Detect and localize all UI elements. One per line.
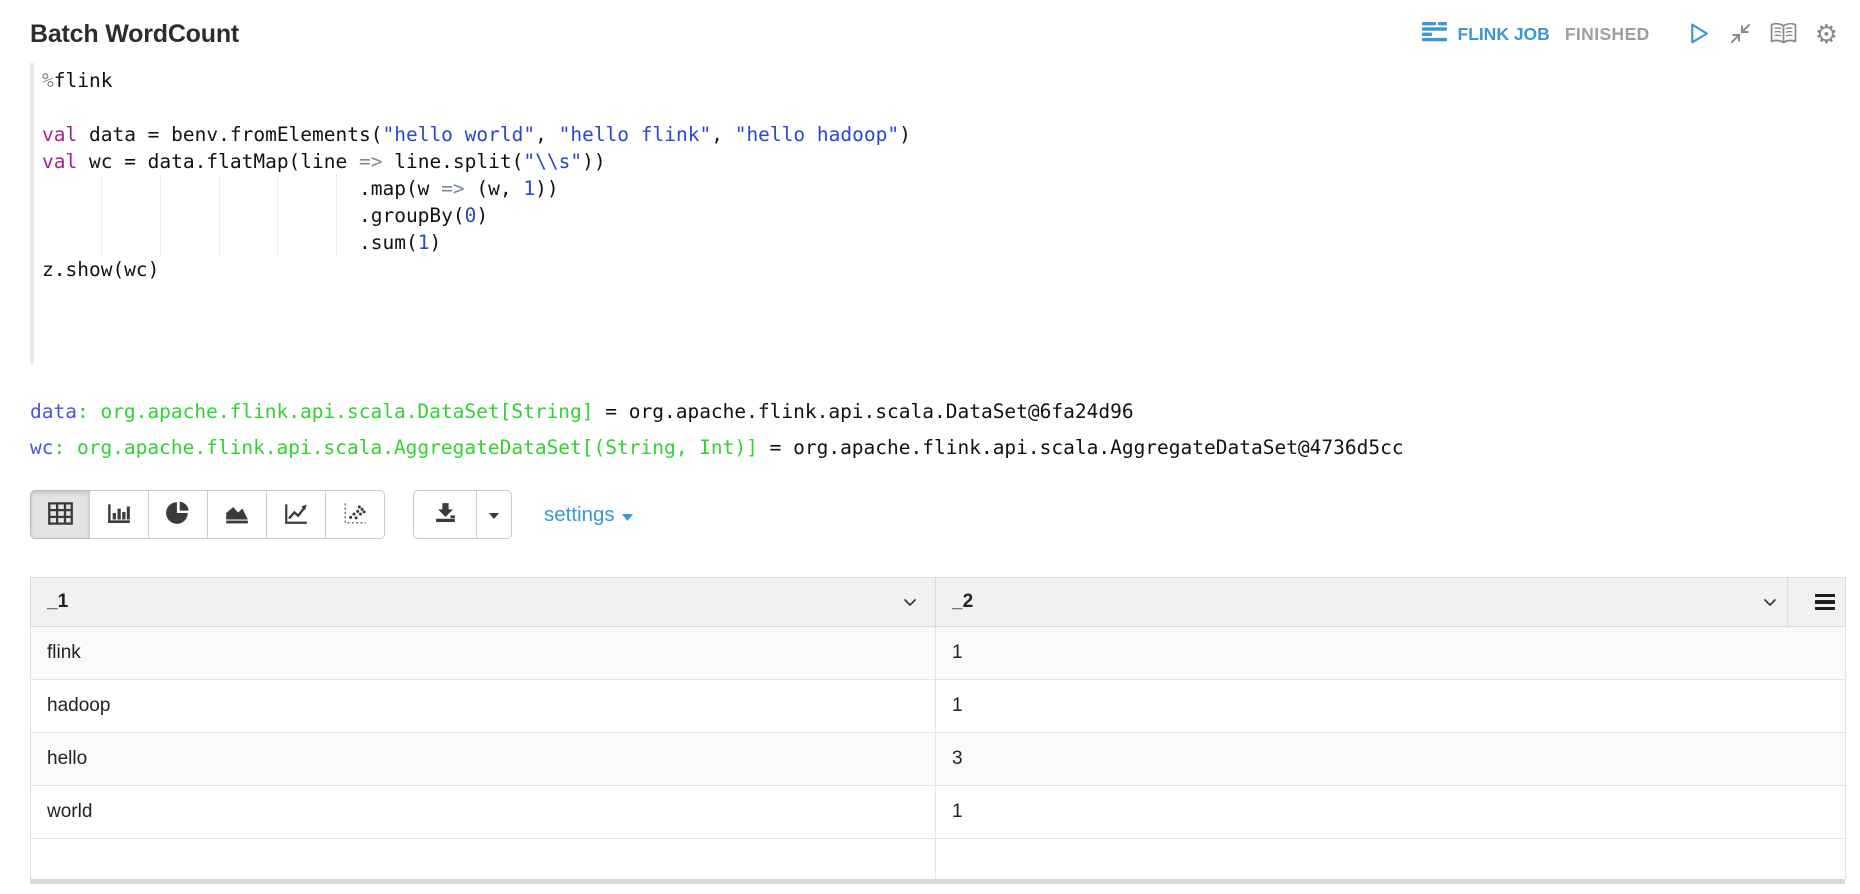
table-row: hadoop1 — [31, 680, 1846, 733]
settings-toggle[interactable]: settings — [544, 503, 633, 527]
code-line — [42, 310, 1830, 337]
grid-menu-header — [1788, 578, 1846, 627]
caret-down-icon — [489, 507, 499, 522]
gear-icon: ⚙ — [1815, 22, 1838, 48]
indent-guide — [277, 175, 278, 256]
table-cell: 3 — [936, 733, 1846, 786]
column-label: _1 — [47, 591, 68, 612]
settings-label: settings — [544, 503, 615, 527]
table-cell: world — [31, 786, 936, 839]
play-icon — [1686, 21, 1711, 49]
code-line: val wc = data.flatMap(line => line.split… — [42, 148, 1830, 175]
control-icons: ⚙ — [1686, 21, 1838, 49]
download-caret-button[interactable] — [476, 490, 512, 539]
grid-menu-button[interactable] — [1804, 591, 1845, 613]
menu-icon — [1815, 591, 1835, 613]
column-header-2[interactable]: _2 — [936, 578, 1788, 627]
download-icon — [433, 501, 458, 529]
paragraph-settings-button[interactable]: ⚙ — [1815, 22, 1838, 48]
bar-chart-button[interactable] — [89, 490, 149, 539]
table-row: flink1 — [31, 627, 1846, 680]
paragraph-output: data: org.apache.flink.api.scala.DataSet… — [30, 394, 1830, 466]
indent-guide — [101, 175, 102, 256]
pie-chart-icon — [165, 500, 191, 529]
code-line: .map(w => (w, 1)) — [42, 175, 1830, 202]
table-icon — [47, 501, 74, 529]
code-line: .sum(1) — [42, 229, 1830, 256]
area-chart-button[interactable] — [207, 490, 267, 539]
show-editor-button[interactable] — [1770, 22, 1797, 48]
book-icon — [1770, 22, 1797, 48]
table-bottom-divider — [30, 879, 1845, 884]
table-row: world1 — [31, 786, 1846, 839]
output-line: wc: org.apache.flink.api.scala.Aggregate… — [30, 430, 1830, 466]
table-cell: hello — [31, 733, 936, 786]
chevron-down-icon[interactable] — [1763, 591, 1777, 613]
scatter-chart-icon — [342, 500, 368, 529]
code-line: %flink — [42, 67, 1830, 94]
table-cell: 1 — [936, 627, 1846, 680]
caret-down-icon — [622, 503, 633, 527]
area-chart-icon — [224, 500, 250, 529]
code-line — [42, 94, 1830, 121]
table-view-button[interactable] — [30, 490, 90, 539]
page-title: Batch WordCount — [30, 20, 239, 49]
pie-chart-button[interactable] — [148, 490, 208, 539]
paragraph-controls: FLINK JOB FINISHED — [1422, 21, 1838, 49]
download-group — [413, 490, 512, 539]
line-chart-icon — [283, 500, 309, 529]
table-cell: 1 — [936, 786, 1846, 839]
column-header-1[interactable]: _1 — [31, 578, 936, 627]
output-line: data: org.apache.flink.api.scala.DataSet… — [30, 394, 1830, 430]
run-paragraph-button[interactable] — [1686, 21, 1711, 49]
table-filler-row — [31, 839, 1846, 880]
job-bars-icon — [1422, 21, 1448, 48]
indent-guide — [160, 175, 161, 256]
code-line: val data = benv.fromElements("hello worl… — [42, 121, 1830, 148]
table-cell: 1 — [936, 680, 1846, 733]
result-toolbar: settings — [30, 490, 1860, 539]
job-label: FLINK JOB — [1457, 24, 1549, 45]
column-label: _2 — [952, 591, 973, 612]
table-body: flink1hadoop1hello3world1 — [31, 627, 1846, 839]
bar-chart-icon — [106, 500, 132, 529]
table-cell: hadoop — [31, 680, 936, 733]
compress-icon — [1729, 22, 1752, 48]
flink-job-link[interactable]: FLINK JOB — [1422, 21, 1549, 48]
code-line: z.show(wc) — [42, 256, 1830, 283]
chevron-down-icon[interactable] — [903, 591, 917, 613]
code-editor[interactable]: %flink val data = benv.fromElements("hel… — [30, 63, 1830, 364]
table-cell: flink — [31, 627, 936, 680]
status-badge: FINISHED — [1565, 24, 1650, 45]
result-table: _1 _2 flink1hadoop1hello — [30, 577, 1846, 879]
collapse-button[interactable] — [1729, 22, 1752, 48]
code-line: .groupBy(0) — [42, 202, 1830, 229]
scatter-chart-button[interactable] — [325, 490, 385, 539]
table-header-row: _1 _2 — [31, 578, 1846, 627]
result-table-container: _1 _2 flink1hadoop1hello — [30, 577, 1845, 884]
indent-guide — [219, 175, 220, 256]
download-button[interactable] — [413, 490, 477, 539]
table-row: hello3 — [31, 733, 1846, 786]
line-chart-button[interactable] — [266, 490, 326, 539]
code-line — [42, 337, 1830, 364]
paragraph-header: Batch WordCount FLINK JOB FINISHED — [0, 0, 1860, 49]
indent-guide — [336, 175, 337, 256]
code-line — [42, 283, 1830, 310]
chart-type-group — [30, 490, 385, 539]
